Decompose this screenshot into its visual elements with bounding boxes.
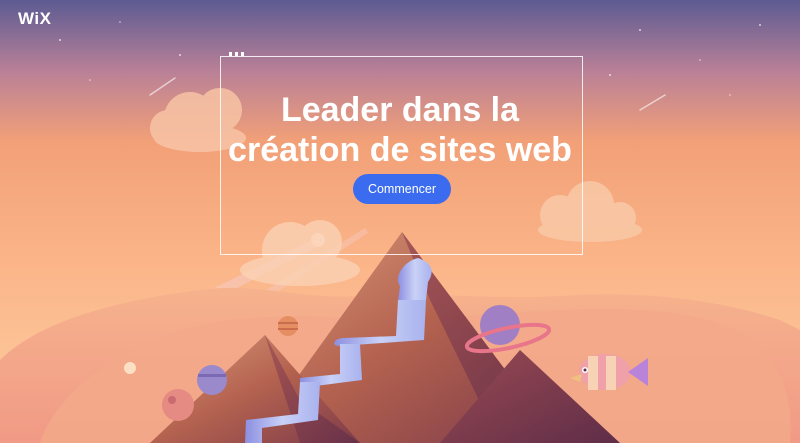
planet-icon	[124, 362, 136, 374]
get-started-button[interactable]: Commencer	[353, 174, 451, 204]
hero-title: Leader dans la création de sites web	[200, 90, 600, 170]
hero-title-line1: Leader dans la	[280, 91, 520, 129]
hero-title-line2: création de sites web	[228, 131, 572, 169]
planet-icon	[162, 389, 194, 421]
planet-icon	[197, 365, 227, 395]
wix-logo[interactable]: WiX	[18, 9, 51, 29]
planet-icon	[278, 316, 298, 336]
